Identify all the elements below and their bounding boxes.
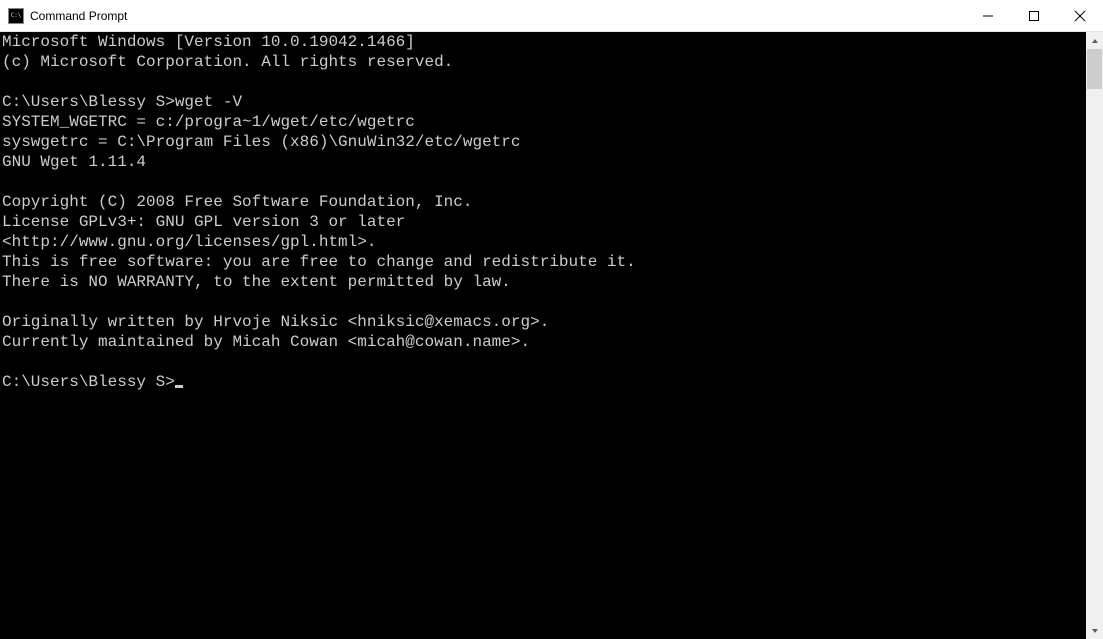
terminal-line: <http://www.gnu.org/licenses/gpl.html>.: [2, 232, 1086, 252]
terminal-line: GNU Wget 1.11.4: [2, 152, 1086, 172]
client-area: Microsoft Windows [Version 10.0.19042.14…: [0, 32, 1103, 639]
terminal-output[interactable]: Microsoft Windows [Version 10.0.19042.14…: [0, 32, 1086, 639]
terminal-line: This is free software: you are free to c…: [2, 252, 1086, 272]
terminal-line: C:\Users\Blessy S>: [2, 372, 1086, 392]
close-button[interactable]: [1057, 0, 1103, 32]
maximize-button[interactable]: [1011, 0, 1057, 32]
window-title: Command Prompt: [30, 9, 127, 23]
cursor: [175, 385, 183, 388]
chevron-down-icon: [1091, 627, 1099, 635]
terminal-line: Copyright (C) 2008 Free Software Foundat…: [2, 192, 1086, 212]
terminal-line: License GPLv3+: GNU GPL version 3 or lat…: [2, 212, 1086, 232]
app-icon: [8, 8, 24, 24]
terminal-line: Microsoft Windows [Version 10.0.19042.14…: [2, 32, 1086, 52]
terminal-line: C:\Users\Blessy S>wget -V: [2, 92, 1086, 112]
minimize-icon: [983, 11, 993, 21]
chevron-up-icon: [1091, 37, 1099, 45]
scroll-track[interactable]: [1086, 49, 1103, 622]
close-icon: [1074, 10, 1086, 22]
maximize-icon: [1029, 11, 1039, 21]
terminal-line: [2, 352, 1086, 372]
terminal-line: [2, 72, 1086, 92]
scroll-down-button[interactable]: [1086, 622, 1103, 639]
terminal-line: (c) Microsoft Corporation. All rights re…: [2, 52, 1086, 72]
minimize-button[interactable]: [965, 0, 1011, 32]
terminal-line: [2, 172, 1086, 192]
scroll-up-button[interactable]: [1086, 32, 1103, 49]
terminal-line: syswgetrc = C:\Program Files (x86)\GnuWi…: [2, 132, 1086, 152]
terminal-line: There is NO WARRANTY, to the extent perm…: [2, 272, 1086, 292]
terminal-line: Originally written by Hrvoje Niksic <hni…: [2, 312, 1086, 332]
terminal-line: [2, 292, 1086, 312]
titlebar[interactable]: Command Prompt: [0, 0, 1103, 32]
scroll-thumb[interactable]: [1087, 49, 1102, 89]
terminal-line: SYSTEM_WGETRC = c:/progra~1/wget/etc/wge…: [2, 112, 1086, 132]
terminal-line: Currently maintained by Micah Cowan <mic…: [2, 332, 1086, 352]
vertical-scrollbar[interactable]: [1086, 32, 1103, 639]
